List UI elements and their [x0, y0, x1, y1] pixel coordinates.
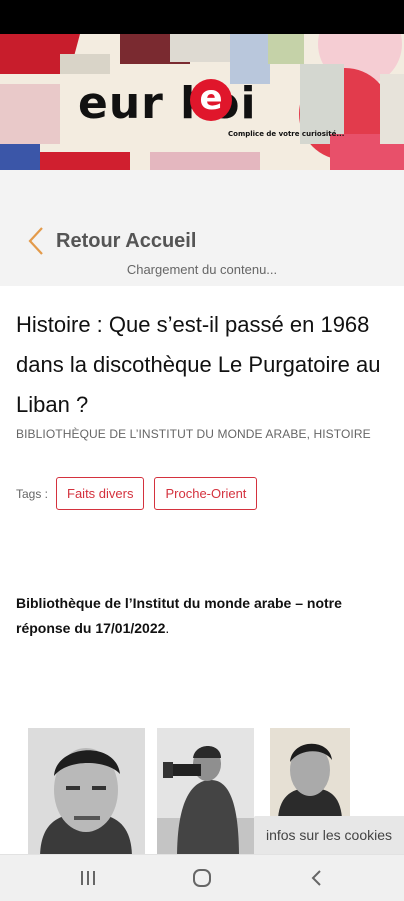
- photographer-photo-2: [157, 728, 254, 858]
- back-home-link[interactable]: Retour Accueil: [26, 226, 196, 256]
- spacer: [0, 170, 404, 210]
- logo-tagline: Complice de votre curiosité...: [228, 130, 345, 138]
- portrait-photo-3: [270, 728, 350, 818]
- tag-faits-divers[interactable]: Faits divers: [56, 477, 145, 510]
- answer-period: .: [165, 620, 170, 636]
- tags-label: Tags :: [16, 486, 49, 501]
- cookie-info-button[interactable]: infos sur les cookies: [254, 816, 404, 854]
- tag-proche-orient[interactable]: Proche-Orient: [154, 477, 258, 510]
- site-header-banner: eur koi e Complice de votre curiosité...: [0, 34, 404, 170]
- portrait-photo-1: [28, 728, 145, 858]
- home-icon[interactable]: [182, 863, 222, 893]
- status-bar: [0, 0, 404, 34]
- eurekoi-logo[interactable]: eur koi e Complice de votre curiosité...: [78, 78, 344, 148]
- article-source: BIBLIOTHÈQUE DE L’INSTITUT DU MONDE ARAB…: [16, 427, 371, 441]
- logo-e-mark: e: [190, 79, 232, 121]
- recent-apps-icon[interactable]: [68, 863, 108, 893]
- system-back-icon[interactable]: [296, 863, 336, 893]
- loading-status: Chargement du contenu...: [126, 262, 278, 277]
- system-navigation-bar: [0, 854, 404, 901]
- answer-source-date: Bibliothèque de l’Institut du monde arab…: [16, 595, 342, 636]
- back-navigation-bar: Retour Accueil Chargement du contenu...: [0, 210, 404, 286]
- back-home-label: Retour Accueil: [56, 229, 197, 252]
- answer-intro: Bibliothèque de l’Institut du monde arab…: [16, 591, 396, 641]
- chevron-left-icon: [28, 227, 43, 255]
- tag-list: Tags : Faits divers Proche-Orient: [16, 477, 267, 510]
- article-title: Histoire : Que s’est-il passé en 1968 da…: [16, 312, 381, 417]
